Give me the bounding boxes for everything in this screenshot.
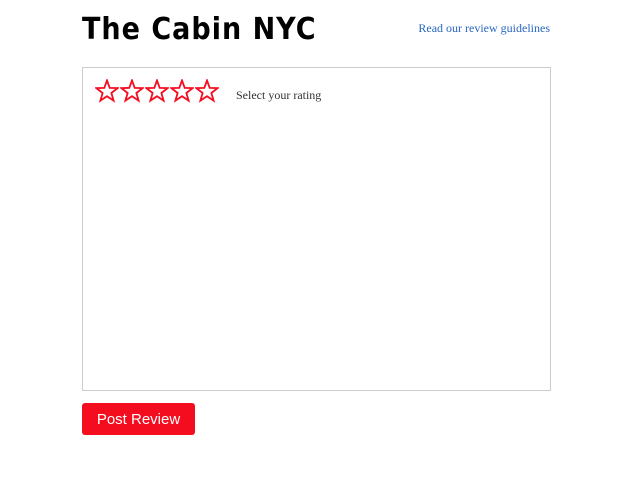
review-textarea[interactable]: [95, 118, 536, 376]
star-3-icon[interactable]: [145, 79, 169, 103]
business-name-heading: The Cabin NYC: [82, 12, 317, 47]
rating-hint-text: Select your rating: [236, 88, 322, 102]
review-box: Select your rating: [82, 67, 551, 391]
star-1-icon[interactable]: [95, 79, 119, 103]
star-rating-selector: [95, 79, 219, 103]
star-2-icon[interactable]: [120, 79, 144, 103]
review-page: The Cabin NYC Read our review guidelines…: [0, 0, 638, 486]
star-5-icon[interactable]: [195, 79, 219, 103]
review-guidelines-link[interactable]: Read our review guidelines: [418, 21, 550, 36]
post-review-button[interactable]: Post Review: [82, 403, 195, 435]
star-4-icon[interactable]: [170, 79, 194, 103]
